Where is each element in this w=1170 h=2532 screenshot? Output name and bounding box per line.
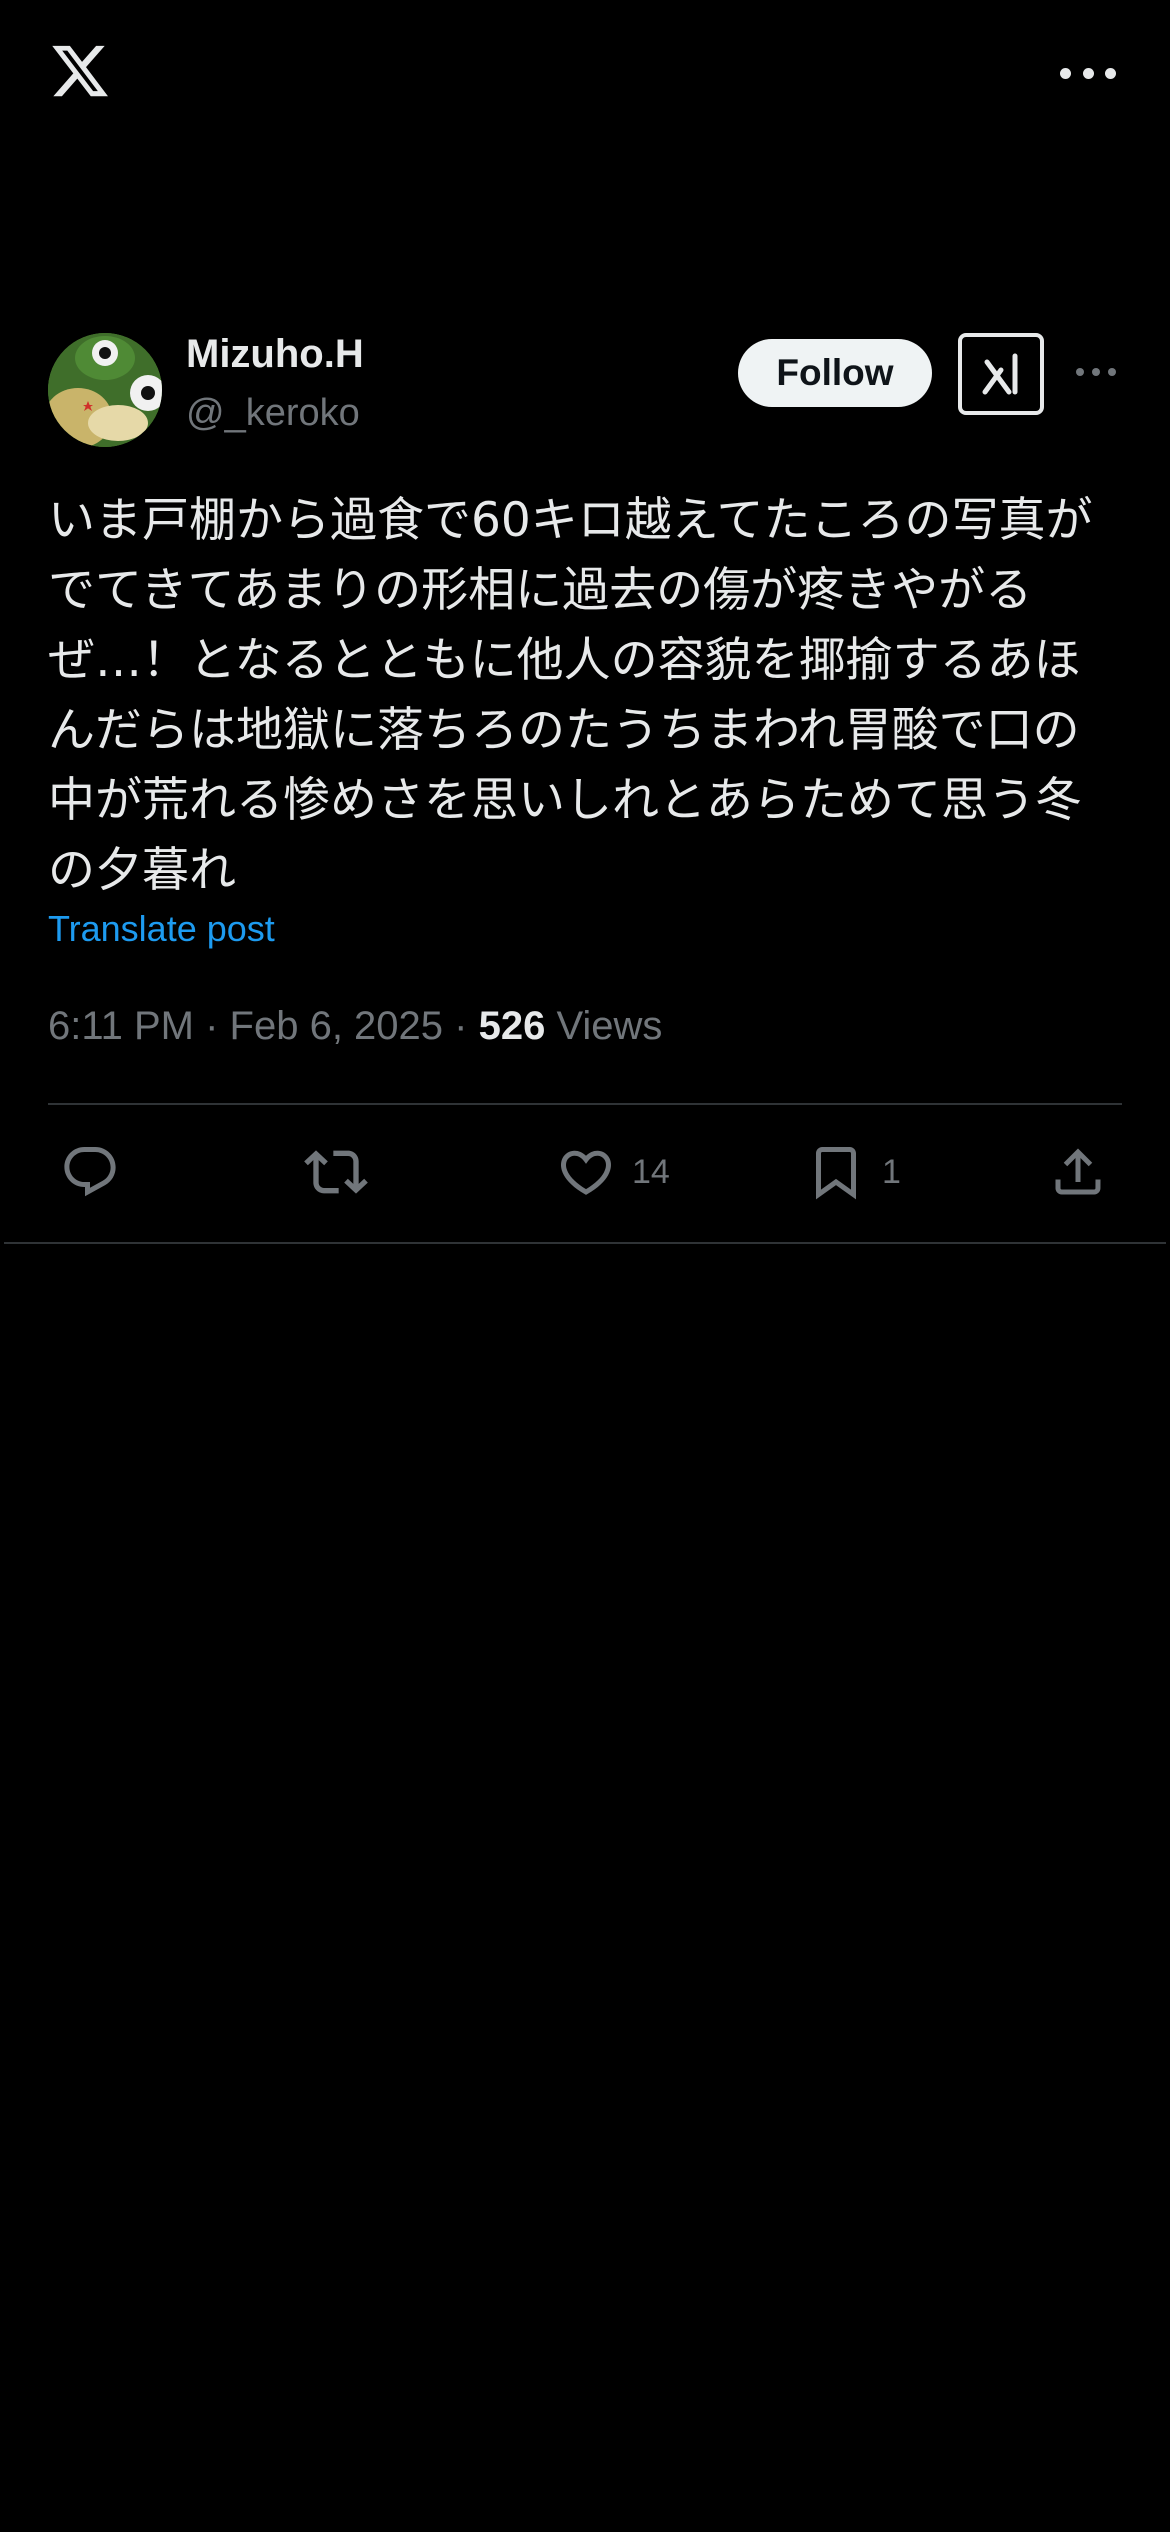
more-horizontal-icon[interactable] (1060, 55, 1116, 91)
share-button[interactable] (1048, 1142, 1108, 1202)
bookmark-icon (816, 1147, 856, 1200)
avatar-image (48, 333, 162, 447)
translate-post-link[interactable]: Translate post (48, 908, 275, 950)
grok-icon[interactable] (958, 333, 1044, 415)
post-more-icon[interactable] (1076, 365, 1116, 379)
divider (48, 1103, 1122, 1105)
x-logo-icon[interactable] (46, 40, 114, 102)
divider (4, 1242, 1166, 1244)
repost-button[interactable] (304, 1142, 368, 1202)
bookmark-button[interactable]: 1 (806, 1142, 901, 1202)
top-bar (0, 0, 1170, 150)
author-handle[interactable]: @_keroko (186, 392, 360, 435)
like-count: 14 (632, 1152, 670, 1191)
post-timestamp[interactable]: 6:11 PM · Feb 6, 2025 · (48, 1004, 479, 1048)
heart-icon (560, 1150, 612, 1195)
author-name[interactable]: Mizuho.H (186, 332, 364, 377)
avatar[interactable] (48, 333, 162, 447)
post-meta: 6:11 PM · Feb 6, 2025 · 526 Views (48, 1004, 662, 1049)
like-button[interactable]: 14 (556, 1142, 670, 1202)
follow-button[interactable]: Follow (738, 339, 932, 407)
share-icon (1055, 1148, 1101, 1195)
reply-button[interactable] (60, 1142, 120, 1202)
views-label: Views (545, 1004, 663, 1048)
views-count[interactable]: 526 (479, 1004, 546, 1048)
post-text: いま戸棚から過食で60キロ越えてたころの写真が でてきてあまりの形相に過去の傷が… (48, 493, 1093, 898)
repost-icon (304, 1150, 368, 1194)
reply-icon (64, 1147, 116, 1197)
bookmark-count: 1 (882, 1152, 901, 1191)
